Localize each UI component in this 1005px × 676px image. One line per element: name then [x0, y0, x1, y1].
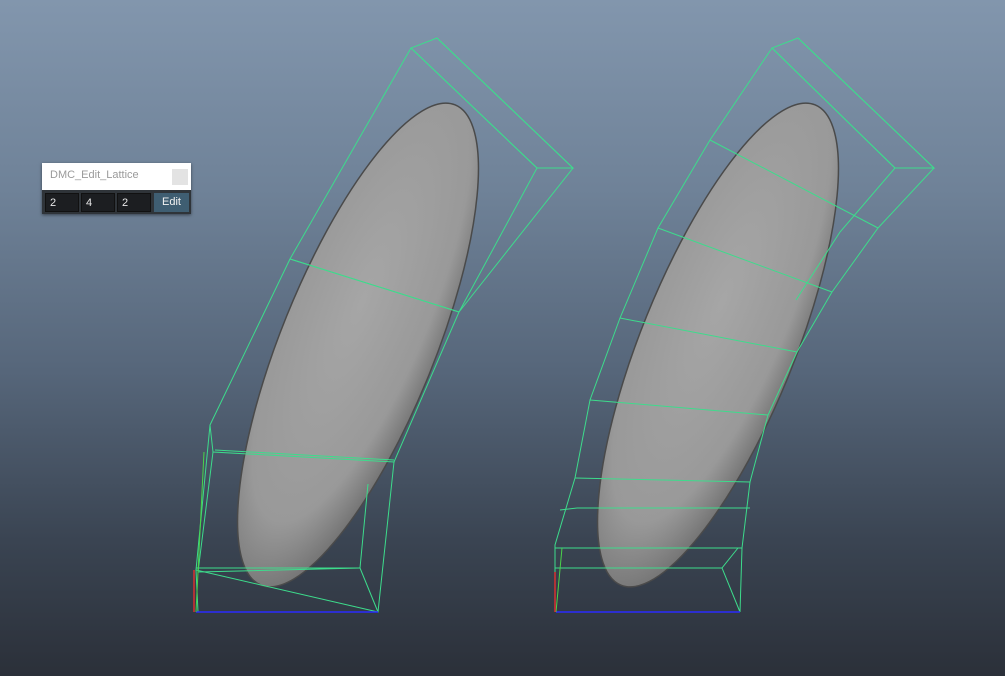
right-capsule-mesh[interactable] [550, 76, 887, 614]
window-titlebar[interactable]: DMC_Edit_Lattice [42, 163, 191, 190]
maya-viewport[interactable]: DMC_Edit_Lattice Edit [0, 0, 1005, 676]
window-title: DMC_Edit_Lattice [50, 169, 139, 181]
right-deformed-object[interactable] [550, 37, 936, 614]
lattice-divisions-t-field[interactable] [81, 193, 115, 212]
dmc-edit-lattice-window[interactable]: DMC_Edit_Lattice Edit [42, 163, 191, 214]
close-button[interactable] [172, 169, 188, 185]
lattice-divisions-s-field[interactable] [45, 193, 79, 212]
viewport-scene [190, 37, 936, 614]
edit-button[interactable]: Edit [154, 193, 189, 212]
left-deformed-object[interactable] [190, 37, 575, 614]
lattice-divisions-u-field[interactable] [117, 193, 151, 212]
left-capsule-mesh[interactable] [190, 76, 527, 614]
